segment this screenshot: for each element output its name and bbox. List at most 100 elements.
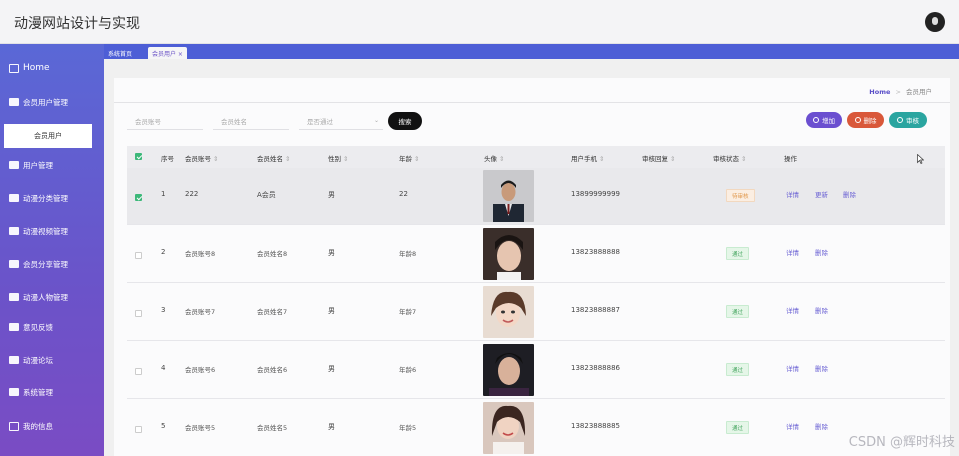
status-select[interactable]: 是否通过 ⌄ [299, 112, 383, 130]
avatar-photo[interactable] [483, 228, 534, 280]
cell-account: 222 [185, 190, 199, 198]
main-panel: Home > 会员用户 会员账号 会员姓名 是否通过 ⌄ 搜索 增加 删除 审核… [114, 78, 950, 456]
sidebar-item-label: 意见反馈 [23, 322, 53, 332]
delete-button[interactable]: 删除 [847, 112, 884, 128]
column-header-sortable[interactable]: 审核状态 ⇕ [713, 153, 746, 163]
row-checkbox[interactable] [135, 252, 142, 259]
trash-icon [854, 117, 861, 123]
column-header-sortable[interactable]: 用户手机 ⇕ [571, 153, 604, 163]
delete-link[interactable]: 删除 [843, 189, 856, 199]
detail-link[interactable]: 详情 [786, 247, 799, 257]
cell-name: A会员 [257, 191, 276, 199]
sidebar-item-forum[interactable]: 动漫论坛 [0, 346, 104, 374]
cell-phone: 13823888885 [571, 422, 620, 430]
account-search-input[interactable]: 会员账号 [127, 112, 203, 130]
user-icon [897, 117, 903, 123]
column-header-label: 会员姓名 [257, 155, 283, 163]
sidebar-item-character[interactable]: 动漫人物管理 [0, 283, 104, 311]
breadcrumb: Home > 会员用户 [869, 86, 932, 96]
add-button-label: 增加 [822, 117, 835, 125]
column-header-sortable[interactable]: 头像 ⇕ [484, 153, 504, 163]
cell-index: 2 [161, 248, 166, 256]
tab-member-user[interactable]: 会员用户 × [148, 47, 187, 59]
breadcrumb-home[interactable]: Home [869, 88, 890, 96]
avatar-photo[interactable] [483, 344, 534, 396]
app-title: 动漫网站设计与实现 [14, 16, 140, 32]
cell-gender: 男 [328, 191, 335, 199]
chat-icon [9, 98, 19, 106]
sidebar-item-label: 动漫论坛 [23, 355, 53, 365]
sidebar-item-label: 动漫人物管理 [23, 292, 68, 302]
sort-icon: ⇕ [343, 155, 349, 163]
avatar-photo[interactable] [483, 170, 534, 222]
review-button[interactable]: 审核 [889, 112, 927, 128]
detail-link[interactable]: 详情 [786, 421, 799, 431]
sidebar-item-label: 动漫视频管理 [23, 226, 68, 236]
cell-age: 年龄5 [399, 424, 417, 432]
cell-phone: 13823888886 [571, 364, 620, 372]
update-link[interactable]: 更新 [815, 189, 828, 199]
grid-icon [9, 194, 19, 202]
sort-icon: ⇕ [285, 155, 291, 163]
column-header: 操作 [784, 155, 797, 163]
detail-link[interactable]: 详情 [786, 189, 799, 199]
divider [114, 102, 950, 103]
column-header-sortable[interactable]: 性别 ⇕ [328, 153, 348, 163]
user-avatar[interactable] [925, 12, 945, 32]
name-search-input[interactable]: 会员姓名 [213, 112, 289, 130]
delete-link[interactable]: 删除 [815, 421, 828, 431]
delete-link[interactable]: 删除 [815, 363, 828, 373]
sidebar-item-category[interactable]: 动漫分类管理 [0, 184, 104, 212]
cell-gender: 男 [328, 365, 335, 373]
sidebar-item-video[interactable]: 动漫视频管理 [0, 217, 104, 245]
avatar-photo[interactable] [483, 286, 534, 338]
sidebar-item-label: 我的信息 [23, 421, 53, 431]
cell-name: 会员姓名5 [257, 424, 288, 432]
video-icon [9, 227, 19, 235]
sidebar-item-feedback[interactable]: 意见反馈 [0, 313, 104, 341]
detail-link[interactable]: 详情 [786, 305, 799, 315]
table-row: 5 会员账号5 会员姓名5 男 年龄5 13823888885 通过 详情 删除 [127, 400, 945, 456]
column-header-sortable[interactable]: 会员账号 ⇕ [185, 153, 218, 163]
cell-age: 年龄8 [399, 250, 417, 258]
cell-phone: 13823888887 [571, 306, 620, 314]
sidebar-item-label: 会员分享管理 [23, 259, 68, 269]
delete-link[interactable]: 删除 [815, 247, 828, 257]
detail-link[interactable]: 详情 [786, 363, 799, 373]
sidebar-item-user-management[interactable]: 用户管理 [0, 151, 104, 179]
status-badge: 通过 [726, 421, 750, 434]
avatar-photo[interactable] [483, 402, 534, 454]
sidebar-item-member-users[interactable]: 会员用户管理 [0, 88, 104, 116]
add-button[interactable]: 增加 [806, 112, 842, 128]
cell-gender: 男 [328, 423, 335, 431]
column-header-label: 审核回复 [642, 155, 668, 163]
column-header-sortable[interactable]: 会员姓名 ⇕ [257, 153, 290, 163]
column-header-label: 头像 [484, 155, 497, 163]
delete-link[interactable]: 删除 [815, 305, 828, 315]
row-checkbox[interactable] [135, 368, 142, 375]
row-checkbox[interactable] [135, 194, 142, 201]
tab-strip: 系统首页 会员用户 × [104, 44, 959, 59]
mouse-cursor-icon [917, 154, 924, 164]
row-checkbox[interactable] [135, 310, 142, 317]
sidebar-item-system[interactable]: 系统管理 [0, 378, 104, 406]
row-checkbox[interactable] [135, 426, 142, 433]
share-icon [9, 260, 19, 268]
search-button[interactable]: 搜索 [388, 112, 422, 130]
cell-index: 3 [161, 306, 166, 314]
cell-name: 会员姓名7 [257, 308, 288, 316]
select-all-checkbox[interactable] [135, 153, 142, 160]
cell-age: 22 [399, 190, 408, 198]
tab-home[interactable]: 系统首页 [104, 47, 136, 59]
grid-icon [9, 323, 19, 331]
status-badge: 待审核 [726, 189, 755, 202]
column-header-sortable[interactable]: 年龄 ⇕ [399, 153, 419, 163]
column-header-label: 用户手机 [571, 155, 597, 163]
sidebar-item-label: 会员用户管理 [23, 97, 68, 107]
sidebar-subitem-member-user[interactable]: 会员用户 [4, 124, 92, 148]
column-header-sortable[interactable]: 审核回复 ⇕ [642, 153, 675, 163]
table-row: 4 会员账号6 会员姓名6 男 年龄6 13823888886 通过 详情 删除 [127, 342, 945, 399]
sidebar-item-my-info[interactable]: 我的信息 [0, 412, 104, 440]
sidebar-item-home[interactable]: Home [0, 54, 104, 82]
sidebar-item-share[interactable]: 会员分享管理 [0, 250, 104, 278]
